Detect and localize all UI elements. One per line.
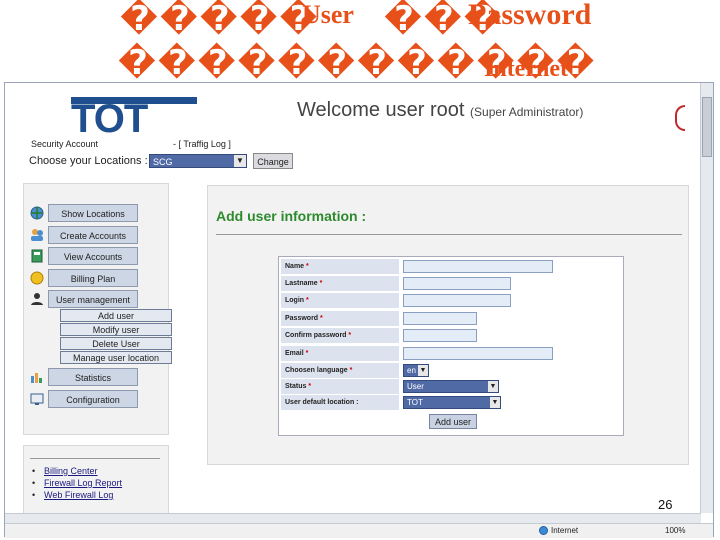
bullet: • [32,478,36,488]
security-account-label: Security Account [31,139,99,149]
globe-icon [30,206,44,220]
zoom-level[interactable]: 100% [665,526,685,535]
password-input[interactable] [403,312,477,325]
lastname-input[interactable] [403,277,511,290]
menu-view-accounts[interactable]: View Accounts [48,247,138,265]
main-panel: Add user information : Name * Lastname *… [207,185,689,465]
browser-window: TOT Welcome user root (Super Administrat… [4,82,714,538]
logout-icon[interactable] [675,105,685,131]
location-select[interactable]: SCG ▼ [149,154,247,168]
add-user-button[interactable]: Add user [429,414,477,429]
menu-user-management[interactable]: User management [48,290,138,308]
web-page: TOT Welcome user root (Super Administrat… [9,83,699,513]
scroll-thumb[interactable] [702,97,712,157]
bullet: • [32,466,36,476]
traffic-log-link[interactable]: - [ Traffig Log ] [173,139,231,149]
vertical-scrollbar[interactable] [700,83,713,513]
welcome-text: Welcome user root [297,99,465,121]
status-zone: Internet [539,526,578,535]
coins-icon [30,271,44,285]
users-icon [31,229,43,241]
link-billing-center[interactable]: Billing Center [44,466,98,476]
chevron-down-icon: ▼ [488,381,498,392]
default-location-select[interactable]: TOT ▼ [403,396,501,409]
confirm-password-input[interactable] [403,329,477,342]
bullet: • [32,490,36,500]
person-icon [31,293,43,305]
menu-show-locations[interactable]: Show Locations [48,204,138,222]
name-input[interactable] [403,260,553,273]
location-label: Choose your Locations : [29,155,148,167]
garbled-title-row-1: � � � � � [120,0,318,39]
label-name: Name * [281,259,399,274]
location-select-value: SCG [153,157,173,167]
menu-create-accounts[interactable]: Create Accounts [48,226,138,244]
menu-configuration[interactable]: Configuration [48,390,138,408]
login-input[interactable] [403,294,511,307]
links-divider [30,458,160,459]
overlay-word-password: Password [468,0,592,31]
menu-billing-plan[interactable]: Billing Plan [48,269,138,287]
label-email: Email * [281,346,399,361]
submenu-add-user[interactable]: Add user [60,309,172,322]
book-icon [31,249,43,263]
label-status: Status * [281,379,399,394]
link-firewall-log-report[interactable]: Firewall Log Report [44,478,122,488]
add-user-form: Name * Lastname * Login * Password * Con… [278,256,624,436]
change-button[interactable]: Change [253,153,293,169]
submenu-delete-user[interactable]: Delete User [60,337,172,350]
internet-zone-icon [539,526,548,535]
chevron-down-icon: ▼ [234,155,246,167]
overlay-word-user: User [302,0,354,29]
title-divider [216,234,682,235]
label-lastname: Lastname * [281,276,399,291]
chevron-down-icon: ▼ [490,397,500,408]
email-input[interactable] [403,347,553,360]
submenu-manage-user-location[interactable]: Manage user location [60,351,172,364]
slide-page-number: 26 [658,497,673,512]
label-confirm-password: Confirm password * [281,328,399,343]
menu-statistics[interactable]: Statistics [48,368,138,386]
welcome-heading: Welcome user root (Super Administrator) [297,99,583,122]
chevron-down-icon: ▼ [418,365,428,376]
submenu-modify-user[interactable]: Modify user [60,323,172,336]
tot-logo: TOT [71,97,148,141]
status-zone-text: Internet [551,526,579,535]
label-default-location: User default location : [281,395,399,410]
label-login: Login * [281,293,399,308]
status-select[interactable]: User ▼ [403,380,499,393]
slide-title: � � � � � User � � � Password � � � � � � � � � � � � Int… [0,0,720,82]
language-select[interactable]: en ▼ [403,364,429,377]
chart-icon [31,373,42,383]
config-icon [30,393,44,405]
label-language: Choosen language * [281,363,399,378]
label-password: Password * [281,311,399,326]
link-web-firewall-log[interactable]: Web Firewall Log [44,490,113,500]
page-title: Add user information : [216,208,367,224]
sidebar-menu: Show Locations Create Accounts View Acco… [23,183,172,435]
links-panel: • Billing Center • Firewall Log Report •… [23,445,169,513]
status-bar: Internet 100% [5,523,713,538]
role-text: (Super Administrator) [470,105,584,119]
overlay-word-internet: Internet [484,56,568,82]
